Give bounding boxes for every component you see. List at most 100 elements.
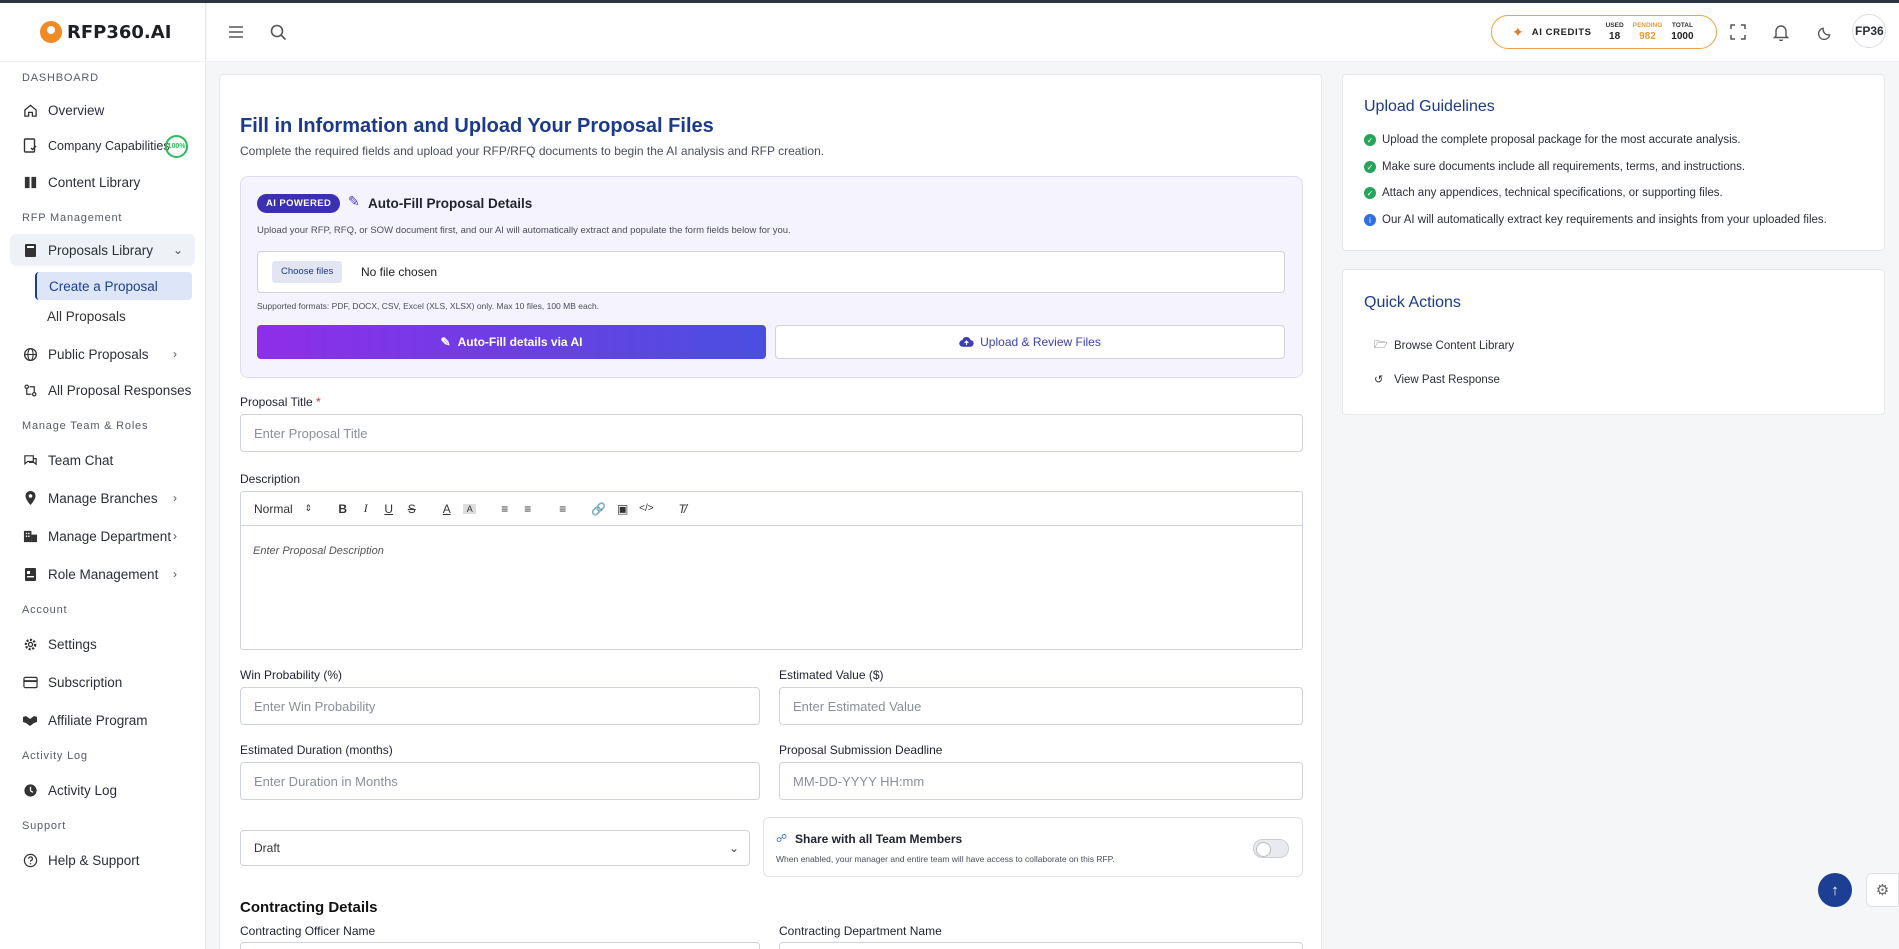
hamburger-icon (229, 26, 243, 38)
ai-autofill-panel: AI POWERED ✎ Auto-Fill Proposal Details … (240, 176, 1303, 378)
customizer-button[interactable]: ⚙ (1866, 873, 1899, 907)
quick-actions-card: Quick Actions 🗁 Browse Content Library ↺… (1342, 269, 1885, 415)
credits-used-value: 18 (1609, 31, 1621, 42)
format-select[interactable]: Normal ⇕ (254, 502, 312, 516)
brand-logo[interactable]: RFP360.AI (0, 3, 205, 62)
sidebar-item-help-support[interactable]: Help & Support (0, 842, 205, 878)
section-account: Account (22, 604, 68, 616)
check-circle-icon: ✓ (1364, 187, 1376, 199)
clock-icon (22, 782, 38, 798)
guideline-item: ✓ Upload the complete proposal package f… (1364, 134, 1741, 146)
guideline-text: Make sure documents include all requirem… (1382, 161, 1746, 173)
sidebar-item-company-capabilities[interactable]: Company Capabilities 100% (0, 128, 205, 164)
page-title: Fill in Information and Upload Your Prop… (240, 115, 714, 137)
estimated-value-input[interactable]: Enter Estimated Value (779, 687, 1303, 725)
quick-actions-title: Quick Actions (1364, 294, 1461, 311)
info-circle-icon: i (1364, 214, 1376, 226)
updown-icon: ⇕ (304, 503, 313, 513)
theme-toggle-button[interactable] (1814, 21, 1836, 43)
document-check-icon (22, 138, 38, 154)
duration-input[interactable]: Enter Duration in Months (240, 762, 760, 800)
upload-review-button[interactable]: Upload & Review Files (775, 325, 1285, 359)
sidebar-item-label: Manage Department (48, 528, 172, 544)
search-button[interactable] (267, 21, 289, 43)
clear-format-icon[interactable]: T̸ (676, 502, 689, 516)
proposal-title-input[interactable]: Enter Proposal Title (240, 414, 1303, 452)
sidebar-item-settings[interactable]: Settings (0, 626, 205, 662)
chevron-right-icon: › (173, 491, 177, 505)
fullscreen-icon (1730, 24, 1746, 40)
sidebar-item-role-management[interactable]: Role Management › (0, 556, 205, 592)
scroll-top-button[interactable]: ↑ (1818, 873, 1852, 907)
contracting-department-input[interactable] (779, 942, 1303, 949)
ai-credits-widget[interactable]: ✦ AI CREDITS USED 18 PENDING 982 TOTAL 1… (1491, 15, 1717, 49)
history-icon: ↺ (1374, 374, 1384, 386)
quick-action-view-past-response[interactable]: ↺ View Past Response (1374, 373, 1500, 387)
brand-name: RFP360.AI (67, 21, 172, 43)
autofill-ai-button[interactable]: ✎ Auto-Fill details via AI (257, 325, 766, 359)
align-icon[interactable]: ≡ (556, 502, 569, 516)
sidebar-item-public-proposals[interactable]: Public Proposals › (0, 336, 205, 372)
upload-guidelines-title: Upload Guidelines (1364, 98, 1495, 115)
chevron-down-icon: ⌄ (172, 243, 183, 257)
pencil-icon: ✎ (348, 193, 360, 209)
book-icon (22, 242, 38, 258)
fullscreen-button[interactable] (1727, 21, 1749, 43)
sidebar-subitem-create-proposal[interactable]: Create a Proposal (35, 272, 192, 300)
sidebar-item-subscription[interactable]: Subscription (0, 664, 205, 700)
code-icon[interactable]: </> (639, 503, 653, 514)
sidebar-item-proposals-library[interactable]: Proposals Library ⌄ (10, 234, 195, 266)
sidebar-item-affiliate-program[interactable]: Affiliate Program (0, 702, 205, 738)
share-team-toggle[interactable] (1253, 839, 1289, 858)
sidebar-item-overview[interactable]: Overview (0, 92, 205, 128)
cloud-upload-icon (959, 336, 974, 347)
description-editor[interactable]: Enter Proposal Description (240, 525, 1303, 650)
credits-total-value: 1000 (1671, 31, 1694, 42)
menu-toggle-button[interactable] (225, 21, 247, 43)
sidebar-item-activity-log[interactable]: Activity Log (0, 772, 205, 808)
notifications-button[interactable] (1770, 21, 1792, 43)
search-icon (270, 24, 286, 40)
strikethrough-icon[interactable]: S (405, 502, 418, 516)
ai-powered-badge: AI POWERED (257, 194, 341, 213)
highlight-icon[interactable]: A (463, 503, 477, 514)
win-probability-input[interactable]: Enter Win Probability (240, 687, 760, 725)
image-icon[interactable]: ▣ (616, 502, 629, 516)
pencil-icon: ✎ (440, 335, 451, 349)
proposal-form-card: Fill in Information and Upload Your Prop… (219, 74, 1322, 949)
ordered-list-icon[interactable]: ≡ (498, 502, 511, 516)
deadline-input[interactable]: MM-DD-YYYY HH:mm (779, 762, 1303, 800)
help-circle-icon (22, 852, 38, 868)
sidebar-item-content-library[interactable]: Content Library (0, 164, 205, 200)
section-rfp-management: RFP Management (22, 212, 123, 224)
underline-icon[interactable]: U (382, 502, 395, 516)
text-color-icon[interactable]: A (440, 502, 453, 516)
sidebar-item-label: Company Capabilities (48, 139, 170, 153)
sparkle-icon: ✦ (1512, 23, 1524, 40)
page-subtitle: Complete the required fields and upload … (240, 144, 825, 158)
choose-files-button[interactable]: Choose files (272, 261, 343, 283)
credit-card-icon (22, 674, 38, 690)
file-upload-input[interactable]: Choose files No file chosen (257, 251, 1285, 293)
status-select[interactable]: Draft ⌄ (240, 830, 750, 866)
quick-action-browse-content[interactable]: 🗁 Browse Content Library (1374, 336, 1514, 355)
bullet-list-icon[interactable]: ≡ (521, 502, 534, 516)
sidebar-item-manage-branches[interactable]: Manage Branches › (0, 480, 205, 516)
guideline-text: Attach any appendices, technical specifi… (1382, 187, 1723, 199)
guideline-item: i Our AI will automatically extract key … (1364, 214, 1827, 226)
sidebar-item-label: Subscription (48, 674, 123, 690)
bold-icon[interactable]: B (336, 502, 349, 516)
section-activity-log: Activity Log (22, 750, 88, 762)
duration-label: Estimated Duration (months) (240, 743, 393, 757)
estimated-value-label: Estimated Value ($) (779, 668, 884, 682)
sidebar-item-manage-department[interactable]: Manage Department › (0, 518, 205, 554)
sidebar-item-all-proposal-responses[interactable]: All Proposal Responses (0, 372, 205, 408)
italic-icon[interactable]: I (359, 501, 372, 516)
user-avatar[interactable]: FP36 (1852, 14, 1886, 48)
link-icon[interactable]: 🔗 (591, 502, 606, 516)
contracting-officer-input[interactable] (240, 942, 760, 949)
sidebar-subitem-all-proposals[interactable]: All Proposals (35, 302, 192, 330)
sidebar-item-label: Settings (48, 636, 97, 652)
sidebar-item-team-chat[interactable]: Team Chat (0, 442, 205, 478)
section-dashboard: DASHBOARD (22, 72, 99, 84)
